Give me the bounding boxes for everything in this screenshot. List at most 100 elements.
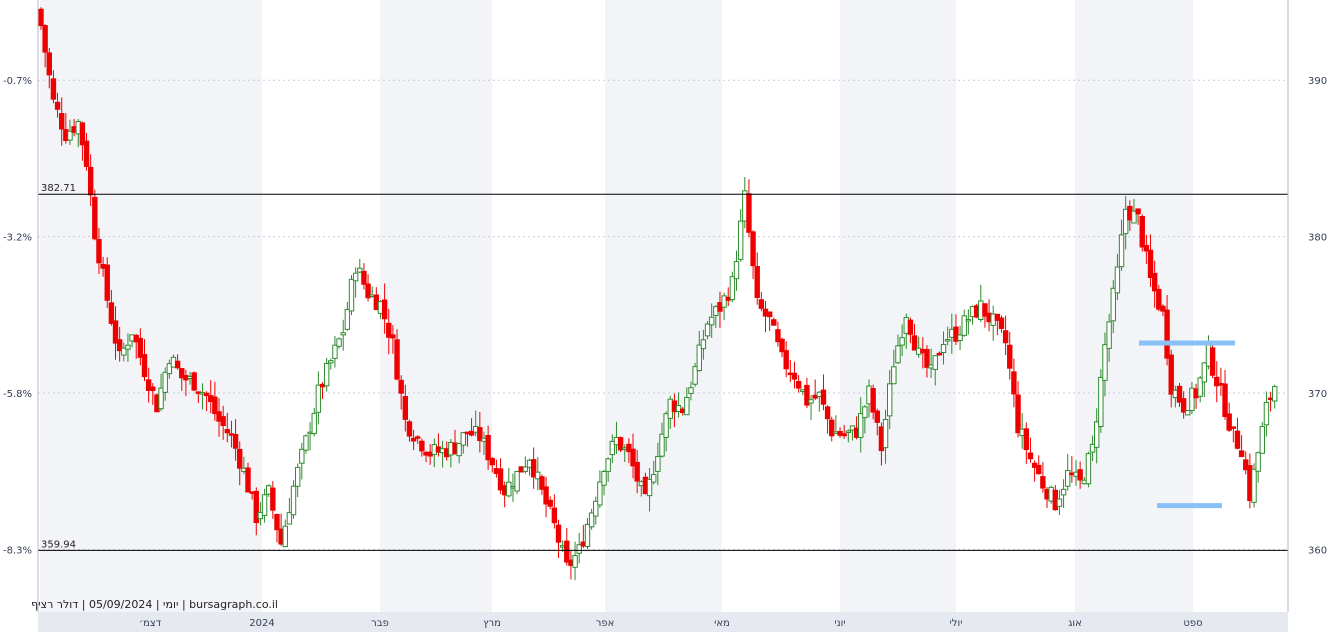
candle-body-down	[270, 487, 276, 511]
month-stripe	[40, 0, 262, 612]
chart-credit: יומי | 05/09/2024 | דולר רציף | bursagra…	[31, 598, 278, 611]
candle-body-up	[514, 470, 520, 492]
candle-body-down	[1002, 330, 1009, 344]
x-tick: יוני	[834, 618, 845, 629]
candle-body-down	[398, 379, 404, 394]
candle-body-up	[601, 470, 607, 486]
y-right-tick: 380	[1308, 233, 1327, 244]
candle-body-up	[940, 343, 947, 353]
candle-body-up	[1118, 234, 1125, 268]
candle-body-down	[50, 78, 57, 100]
candle-body-up	[1114, 266, 1121, 294]
candle-body-down	[92, 196, 98, 240]
candle-body-up	[1272, 386, 1278, 402]
x-tick: אפר	[596, 618, 615, 629]
candle-body-down	[564, 540, 570, 563]
candle-body-up	[282, 525, 288, 548]
candle-body-down	[754, 266, 760, 298]
candle-body-up	[1085, 453, 1092, 485]
month-stripe	[840, 0, 956, 612]
candle-body-up	[584, 523, 591, 548]
candle	[191, 371, 197, 392]
candle-body-down	[547, 499, 553, 507]
y-left-tick: -8.3%	[3, 545, 32, 556]
candle-body-down	[1011, 371, 1017, 395]
candle-body-up	[899, 337, 905, 346]
candle-body-up	[125, 344, 131, 350]
candle-body-down	[104, 264, 110, 301]
month-stripe	[380, 0, 492, 612]
month-stripe	[605, 0, 722, 612]
candle-body-up	[862, 406, 868, 419]
candle-body-down	[551, 507, 558, 524]
candle-body-up	[323, 363, 330, 387]
y-right-tick: 370	[1308, 389, 1327, 400]
candle	[104, 257, 110, 308]
candle-body-down	[54, 101, 61, 110]
candle-body-up	[1255, 452, 1261, 472]
candle-body-down	[1209, 347, 1216, 376]
y-right-tick: 390	[1308, 76, 1327, 87]
candle-body-down	[489, 457, 495, 466]
candle-body-down	[237, 448, 243, 469]
candle-body-down	[38, 8, 44, 27]
candle-body-down	[766, 311, 773, 318]
candle-body-down	[87, 166, 94, 196]
x-tick: ספט	[1183, 618, 1202, 629]
candle-body-down	[634, 461, 640, 482]
month-stripe	[1075, 0, 1193, 612]
candle-body-up	[1259, 426, 1265, 454]
candle-body-down	[870, 388, 876, 413]
candle-body-down	[59, 113, 65, 130]
candle-body-down	[245, 467, 251, 493]
candle-body-down	[274, 514, 280, 531]
candle-body-down	[212, 396, 218, 415]
candle-body-down	[108, 302, 115, 324]
candle-body-up	[332, 344, 338, 359]
candle-body-up	[1060, 488, 1067, 496]
y-right-tick: 360	[1308, 545, 1327, 556]
candle-body-up	[887, 383, 893, 417]
x-tick: 2024	[249, 618, 274, 629]
level-label: 382.71	[41, 183, 76, 194]
candle-body-up	[605, 458, 611, 472]
candle-body-down	[820, 389, 827, 405]
candle-body-down	[555, 524, 562, 543]
candle-body-down	[485, 434, 491, 461]
candle	[514, 470, 520, 495]
candle-body-down	[758, 299, 765, 309]
candle-body-down	[779, 338, 785, 353]
candle-body-up	[303, 435, 309, 451]
candle-body-down	[42, 25, 48, 53]
candle-body-down	[750, 231, 756, 267]
candle-body-up	[895, 345, 901, 364]
candle-body-down	[232, 433, 239, 449]
candle-body-up	[684, 397, 690, 416]
candle-body-down	[1135, 208, 1141, 215]
candle-body-up	[460, 432, 466, 446]
candle-body-down	[361, 270, 367, 285]
candle-body-down	[141, 354, 148, 378]
candle-body-down	[220, 416, 226, 427]
level-label: 359.94	[41, 539, 76, 550]
candle-body-up	[932, 355, 938, 370]
candle-body-up	[311, 412, 317, 435]
x-tick: אוג	[1068, 618, 1082, 629]
candle-body-down	[1222, 383, 1228, 418]
candle-body-up	[733, 261, 740, 280]
candle-body-up	[294, 466, 301, 487]
candle-body-up	[299, 448, 305, 464]
candle-body-down	[1234, 430, 1241, 449]
candle-body-up	[845, 430, 851, 433]
candle-body-down	[381, 299, 388, 320]
candle-body-down	[1027, 452, 1034, 460]
candle-body-down	[224, 429, 231, 434]
candle-body-down	[191, 372, 197, 391]
candle-body-down	[1015, 394, 1021, 434]
candle-body-down	[841, 433, 847, 437]
candle-body-up	[651, 474, 657, 483]
candle-body-up	[1056, 498, 1063, 507]
y-left-tick: -0.7%	[3, 76, 32, 87]
candle	[92, 189, 98, 241]
candle-body-down	[390, 334, 396, 339]
